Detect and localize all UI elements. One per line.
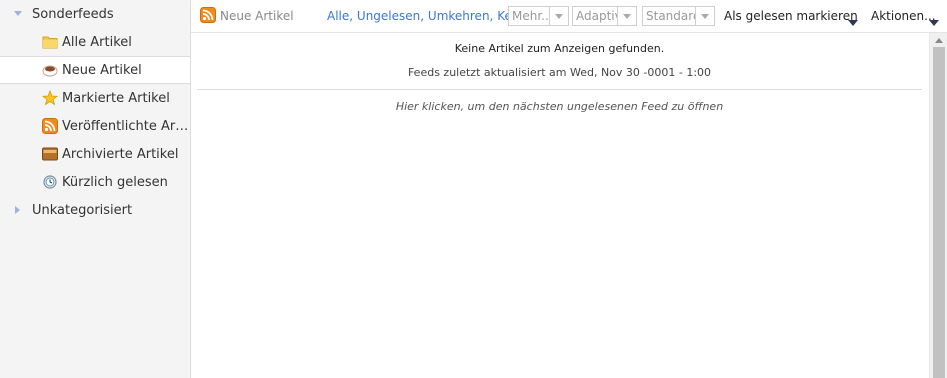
dropdown-arrow-icon bbox=[549, 7, 568, 25]
more-select[interactable]: Mehr... bbox=[508, 6, 569, 26]
last-updated-message: Feeds zuletzt aktualisiert am Wed, Nov 3… bbox=[407, 66, 712, 79]
feed-sidebar: Sonderfeeds Alle Artikel Neue Artikel Ma… bbox=[0, 0, 191, 378]
category-label: Sonderfeeds bbox=[32, 6, 114, 22]
select-invert-link[interactable]: Umkehren bbox=[428, 9, 490, 23]
app-window: Sonderfeeds Alle Artikel Neue Artikel Ma… bbox=[0, 0, 947, 378]
actions-dropdown-icon[interactable] bbox=[929, 12, 939, 31]
mark-as-read-dropdown-icon[interactable] bbox=[848, 12, 858, 31]
mark-as-read-label: Als gelesen markieren bbox=[724, 9, 858, 23]
feed-item-markierte-artikel[interactable]: Markierte Artikel bbox=[0, 84, 190, 112]
select-unread-link[interactable]: Ungelesen bbox=[357, 9, 420, 23]
category-sonderfeeds[interactable]: Sonderfeeds bbox=[0, 0, 190, 28]
rss-icon bbox=[200, 7, 216, 27]
feed-label: Alle Artikel bbox=[62, 34, 132, 50]
actions-menu[interactable]: Aktionen... bbox=[871, 9, 936, 23]
feed-item-veroeffentlichte-artikel[interactable]: Veröffentlichte Artikel bbox=[0, 112, 190, 140]
category-label: Unkategorisiert bbox=[32, 202, 133, 218]
select-all-link[interactable]: Alle bbox=[327, 9, 349, 23]
open-next-unread-feed-link[interactable]: Hier klicken, um den nächsten ungelesene… bbox=[191, 100, 928, 113]
feed-item-archivierte-artikel[interactable]: Archivierte Artikel bbox=[0, 140, 190, 168]
order-select[interactable]: Standard bbox=[642, 6, 715, 26]
scrollbar-thumb[interactable] bbox=[933, 47, 945, 378]
feed-item-alle-artikel[interactable]: Alle Artikel bbox=[0, 28, 190, 56]
actions-label: Aktionen... bbox=[871, 9, 936, 23]
dropdown-arrow-icon bbox=[695, 7, 714, 25]
feed-item-neue-artikel[interactable]: Neue Artikel bbox=[0, 56, 190, 84]
mark-as-read-menu[interactable]: Als gelesen markieren bbox=[724, 9, 858, 23]
collapsed-arrow-icon[interactable] bbox=[12, 205, 24, 215]
more-select-value: Mehr... bbox=[512, 9, 549, 23]
feed-label: Archivierte Artikel bbox=[62, 146, 179, 162]
headlines-pane: Keine Artikel zum Anzeigen gefunden. Fee… bbox=[191, 33, 928, 378]
clock-icon bbox=[42, 174, 58, 190]
star-icon bbox=[42, 90, 58, 106]
view-mode-select-value: Adaptiv bbox=[576, 9, 617, 23]
vertical-scrollbar[interactable] bbox=[929, 33, 947, 378]
coffee-cup-icon bbox=[42, 62, 58, 78]
expanded-arrow-icon[interactable] bbox=[12, 10, 24, 18]
scroll-up-arrow-icon[interactable] bbox=[930, 33, 947, 47]
order-select-value: Standard bbox=[646, 9, 695, 23]
archive-box-icon bbox=[42, 146, 58, 162]
rss-icon bbox=[42, 118, 58, 134]
dropdown-arrow-icon bbox=[617, 7, 636, 25]
selection-links: Alle, Ungelesen, Umkehren, Keine bbox=[327, 9, 530, 23]
current-feed-title: Neue Artikel bbox=[220, 9, 294, 23]
view-mode-select[interactable]: Adaptiv bbox=[572, 6, 637, 26]
folder-icon bbox=[42, 34, 58, 50]
feed-label: Markierte Artikel bbox=[62, 90, 170, 106]
feed-label: Neue Artikel bbox=[62, 62, 142, 78]
feed-label: Kürzlich gelesen bbox=[62, 174, 168, 190]
headlines-toolbar: Neue Artikel Alle, Ungelesen, Umkehren, … bbox=[191, 0, 947, 33]
category-unkategorisiert[interactable]: Unkategorisiert bbox=[0, 196, 190, 224]
feed-item-kuerzlich-gelesen[interactable]: Kürzlich gelesen bbox=[0, 168, 190, 196]
feed-label: Veröffentlichte Artikel bbox=[62, 118, 190, 134]
divider bbox=[197, 89, 922, 90]
no-articles-message: Keine Artikel zum Anzeigen gefunden. bbox=[454, 42, 665, 55]
